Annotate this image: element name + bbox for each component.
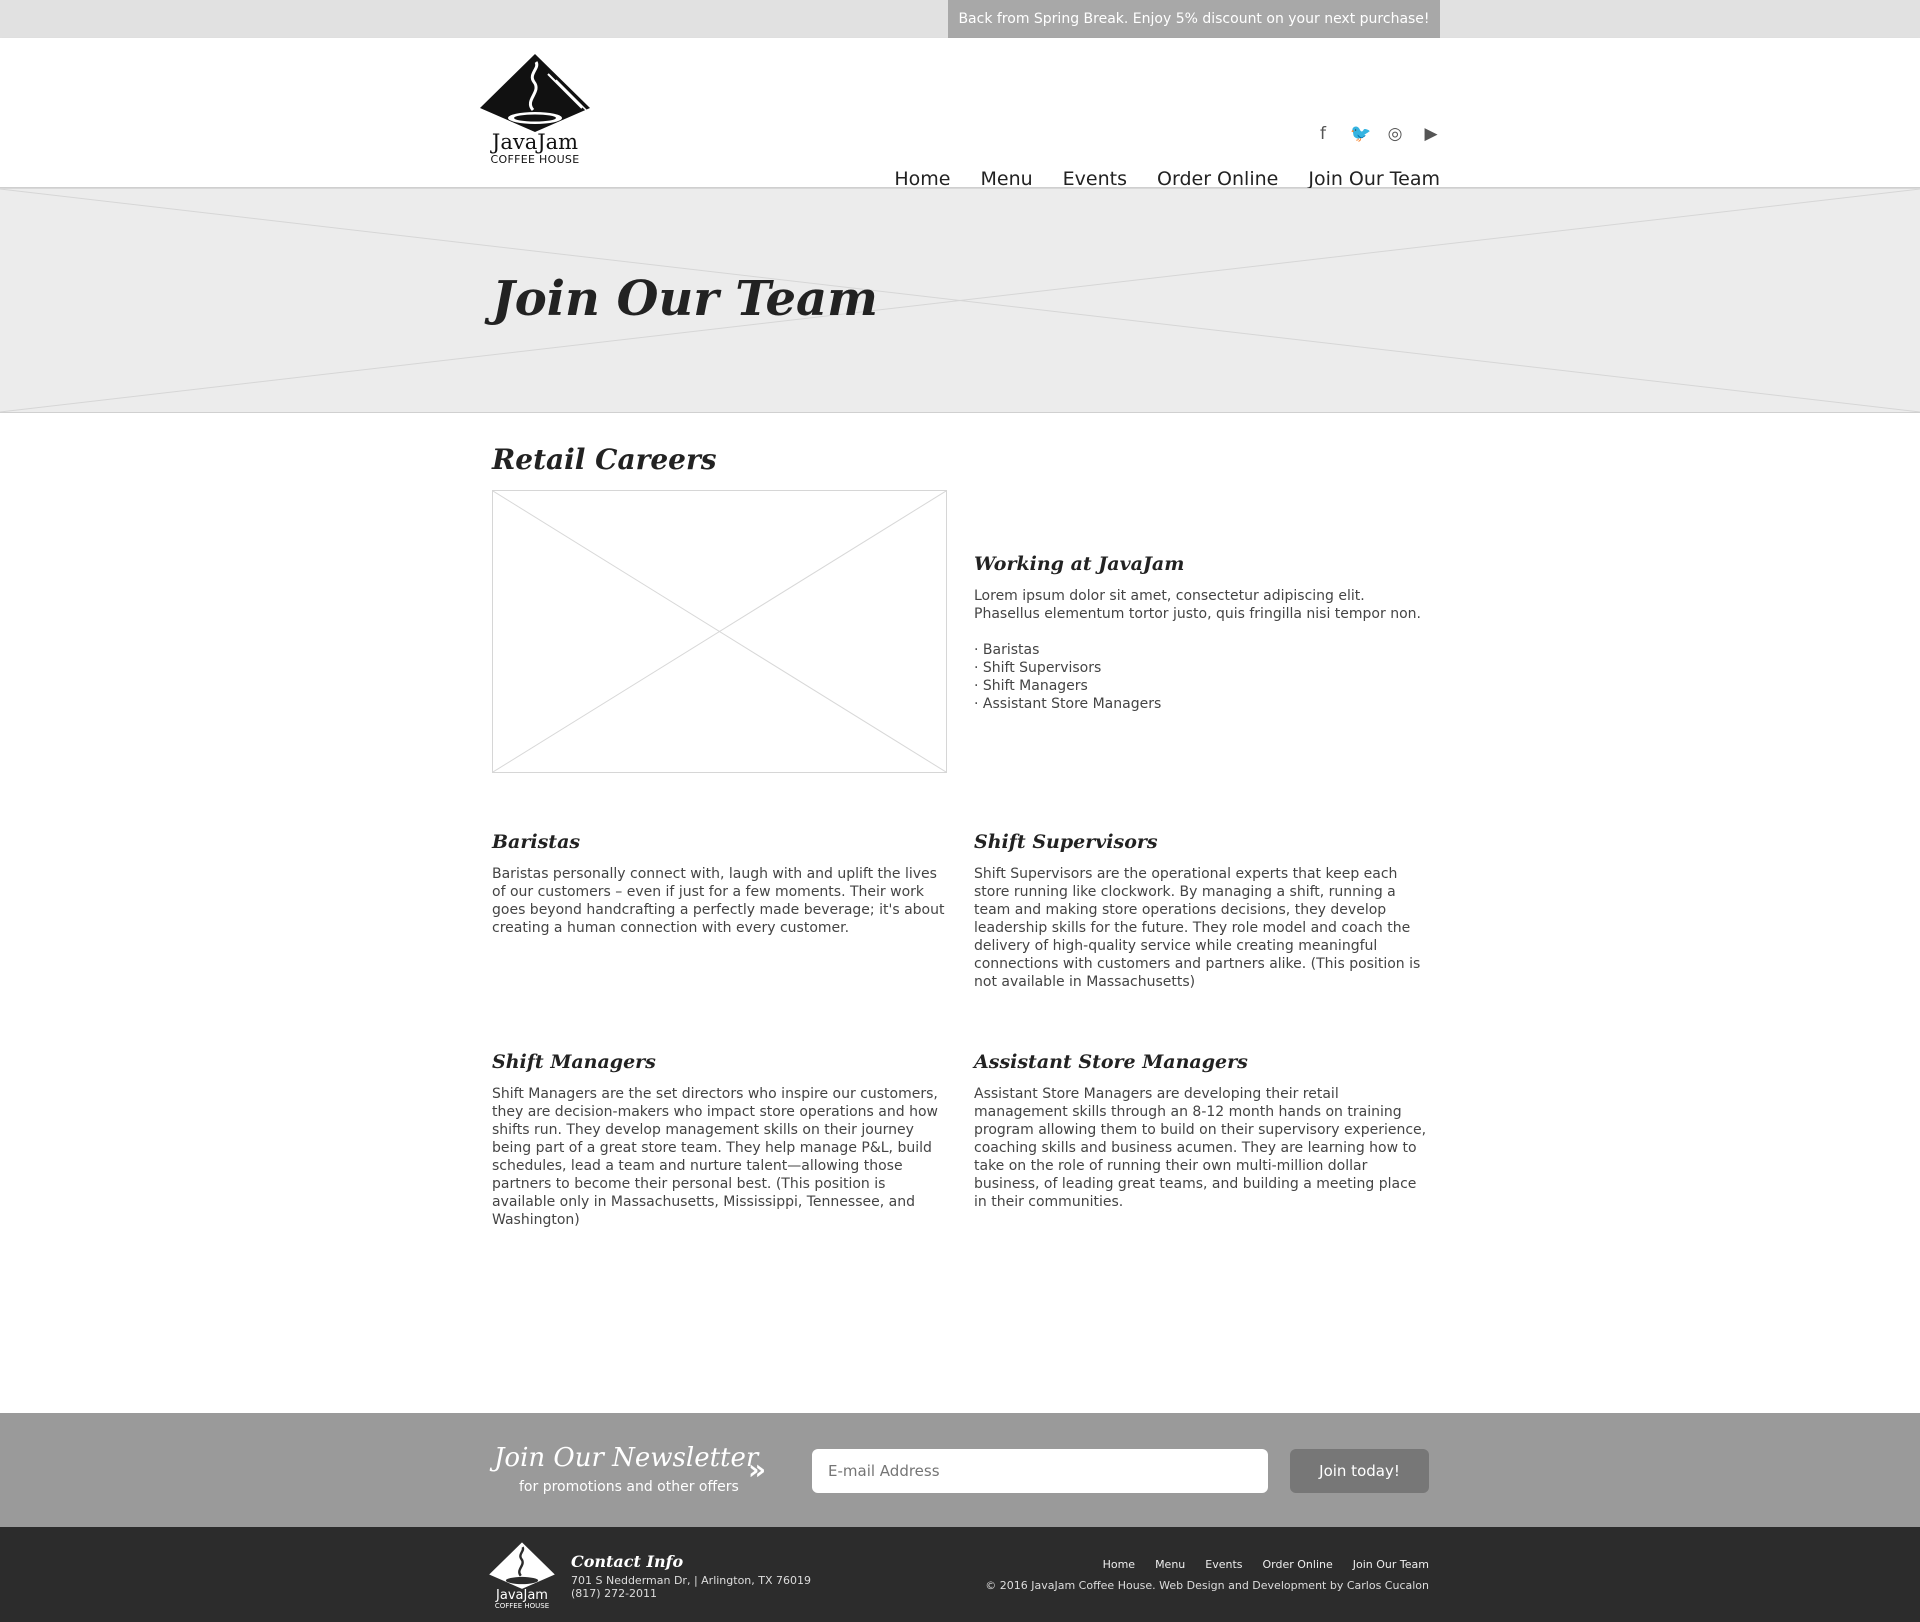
nav-item-order-online[interactable]: Order Online <box>1157 168 1278 190</box>
promo-bar: Back from Spring Break. Enjoy 5% discoun… <box>0 0 1920 38</box>
contact-phone: (817) 272-2011 <box>571 1587 658 1600</box>
logo-mark-icon <box>480 54 590 132</box>
card-assistant-store-managers: Assistant Store Managers Assistant Store… <box>974 1051 1429 1211</box>
contact-title: Contact Info <box>571 1552 684 1571</box>
footer-logo-subtitle: COFFEE HOUSE <box>494 1602 550 1610</box>
instagram-icon[interactable]: ◎ <box>1386 124 1404 144</box>
list-item: · Shift Managers <box>974 678 1088 694</box>
email-input[interactable] <box>812 1449 1268 1493</box>
nav-item-events[interactable]: Events <box>1063 168 1127 190</box>
list-item: · Shift Supervisors <box>974 660 1102 676</box>
footer-logo[interactable]: JavaJam COFFEE HOUSE <box>488 1541 556 1611</box>
contact-address: 701 S Nedderman Dr, | Arlington, TX 7601… <box>571 1574 812 1587</box>
social-links: f 🐦 ◎ ▶ <box>1314 124 1440 144</box>
section-title: Retail Careers <box>492 443 717 476</box>
footer-nav-item-order-online[interactable]: Order Online <box>1263 1558 1333 1571</box>
newsletter-bar: Join Our Newsletter for promotions and o… <box>0 1413 1920 1527</box>
site-logo[interactable]: JavaJam COFFEE HOUSE <box>478 52 592 172</box>
card-shift-managers: Shift Managers Shift Managers are the se… <box>492 1051 947 1229</box>
hero-banner: Join Our Team <box>0 188 1920 413</box>
twitter-icon[interactable]: 🐦 <box>1350 124 1371 144</box>
copyright: © 2016 JavaJam Coffee House. Web Design … <box>985 1579 1429 1592</box>
join-today-button[interactable]: Join today! <box>1290 1449 1429 1493</box>
double-chevron-right-icon: » <box>748 1453 767 1486</box>
main-content: Retail Careers Working at JavaJam Lorem … <box>0 413 1920 1413</box>
card-text: Shift Managers are the set directors who… <box>492 1086 938 1228</box>
newsletter-title: Join Our Newsletter <box>494 1443 759 1473</box>
nav-item-join-our-team[interactable]: Join Our Team <box>1308 168 1440 190</box>
youtube-icon[interactable]: ▶ <box>1422 124 1440 144</box>
footer-nav-item-menu[interactable]: Menu <box>1155 1558 1185 1571</box>
footer-logo-mark-icon <box>489 1542 555 1589</box>
card-title: Assistant Store Managers <box>974 1051 1248 1073</box>
site-header: JavaJam COFFEE HOUSE f 🐦 ◎ ▶ Home Menu Events… <box>0 38 1920 190</box>
working-text: Lorem ipsum dolor sit amet, consectetur … <box>974 588 1421 622</box>
footer-nav: Home Menu Events Order Online Join Our Team <box>1103 1558 1429 1571</box>
card-text: Baristas personally connect with, laugh … <box>492 866 945 936</box>
main-nav: Home Menu Events Order Online Join Our Team <box>894 168 1440 190</box>
card-text: Shift Supervisors are the operational ex… <box>974 866 1421 990</box>
list-item: · Baristas <box>974 642 1040 658</box>
card-title: Shift Supervisors <box>974 831 1158 853</box>
card-text: Assistant Store Managers are developing … <box>974 1086 1427 1210</box>
nav-item-menu[interactable]: Menu <box>981 168 1033 190</box>
careers-placeholder-image <box>492 490 947 773</box>
card-baristas: Baristas Baristas personally connect wit… <box>492 831 947 937</box>
working-at-section: Working at JavaJam Lorem ipsum dolor sit… <box>974 553 1434 713</box>
logo-subtitle: COFFEE HOUSE <box>490 153 580 166</box>
list-item: · Assistant Store Managers <box>974 696 1162 712</box>
card-title: Baristas <box>492 831 581 853</box>
card-title: Shift Managers <box>492 1051 656 1073</box>
nav-item-home[interactable]: Home <box>894 168 950 190</box>
newsletter-subtitle: for promotions and other offers <box>519 1479 739 1495</box>
hero-placeholder-image <box>0 189 1920 412</box>
footer-nav-item-join-our-team[interactable]: Join Our Team <box>1353 1558 1429 1571</box>
facebook-icon[interactable]: f <box>1314 124 1332 144</box>
site-footer: JavaJam COFFEE HOUSE Contact Info 701 S … <box>0 1527 1920 1622</box>
positions-list: · Baristas · Shift Supervisors · Shift M… <box>974 641 1434 713</box>
working-title: Working at JavaJam <box>974 553 1185 575</box>
logo-name: JavaJam <box>491 130 579 154</box>
footer-nav-item-events[interactable]: Events <box>1205 1558 1242 1571</box>
page-title: Join Our Team <box>492 271 878 327</box>
promo-banner[interactable]: Back from Spring Break. Enjoy 5% discoun… <box>948 0 1440 38</box>
footer-logo-name: JavaJam <box>496 1588 548 1603</box>
footer-nav-item-home[interactable]: Home <box>1103 1558 1135 1571</box>
card-shift-supervisors: Shift Supervisors Shift Supervisors are … <box>974 831 1429 991</box>
